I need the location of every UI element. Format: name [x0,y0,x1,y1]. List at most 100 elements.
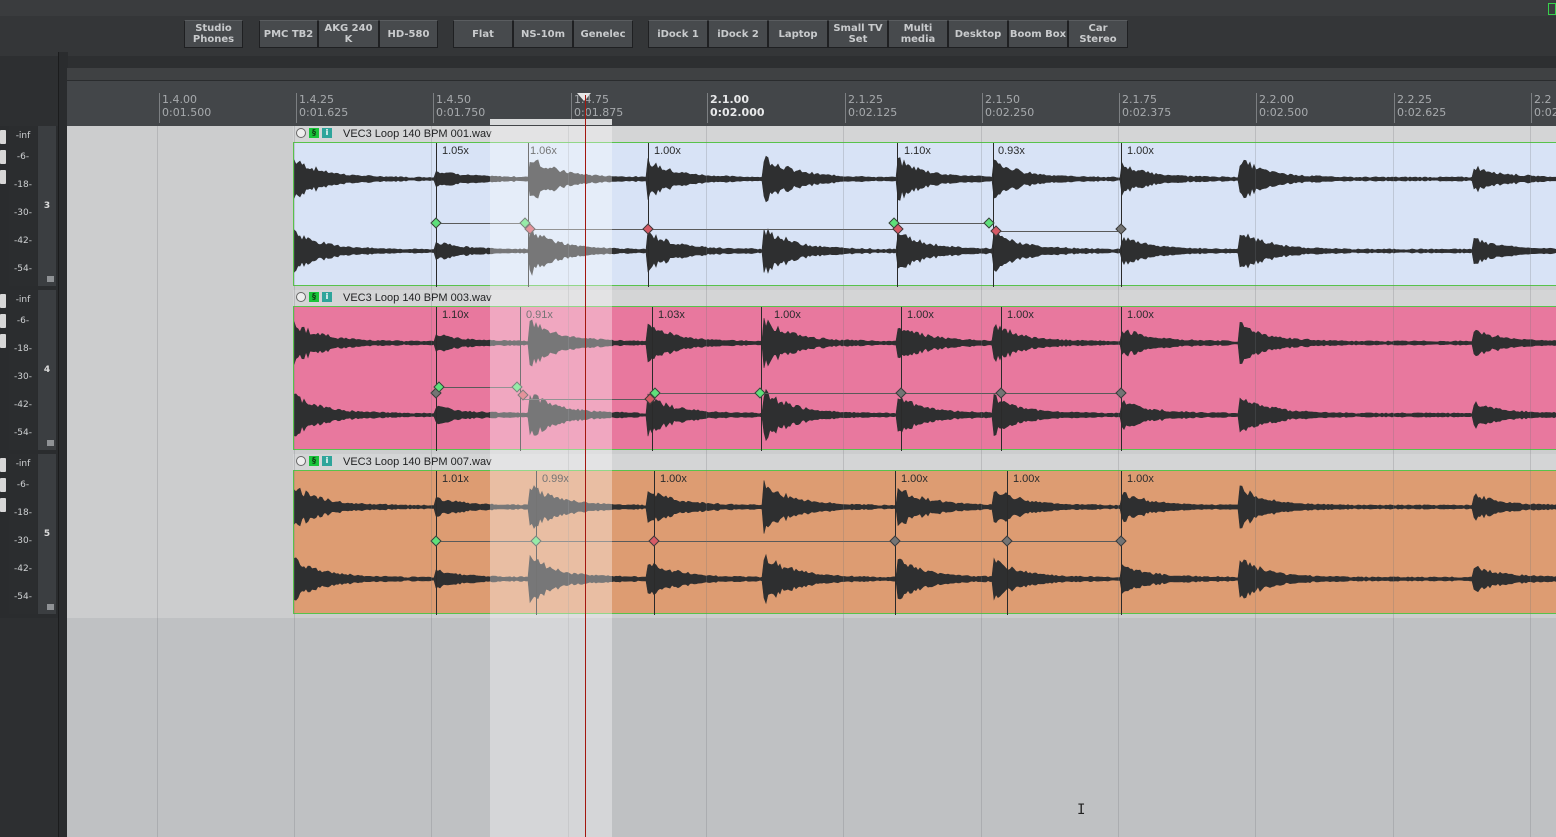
akg-240k-button[interactable]: AKG 240 K [318,20,379,48]
item-header[interactable]: § i VEC3 Loop 140 BPM 007.wav [293,454,1556,470]
track-meter: -inf -6- -18- -30- -42- -54- [9,126,37,286]
stretch-rate-label: 1.00x [1007,309,1034,321]
item-header[interactable]: § i VEC3 Loop 140 BPM 003.wav [293,290,1556,306]
genelec-button[interactable]: Genelec [573,20,633,48]
stretch-marker[interactable] [652,307,653,451]
grid-line [1255,126,1256,837]
idock-2-button[interactable]: iDock 2 [708,20,768,48]
horizontal-scrollbar[interactable] [67,68,1556,80]
grid-line [1393,126,1394,837]
stretch-marker[interactable] [993,143,994,287]
grid-line [1118,126,1119,837]
small-tv-set-button[interactable]: Small TV Set [828,20,888,48]
stretch-rate-label: 1.00x [907,309,934,321]
meter-label: -inf [15,295,31,305]
track-button[interactable] [0,294,6,308]
item-body[interactable]: 1.01x 0.99x 1.00x 1.00x 1.00x 1.00x [293,470,1556,615]
stretch-connector [898,223,989,224]
timeline-ruler[interactable]: 1.4.00 0:01.500 1.4.25 0:01.625 1.4.50 0:01… [67,80,1556,127]
stretch-rate-label: 1.03x [658,309,685,321]
desktop-button[interactable]: Desktop [948,20,1008,48]
item-name: VEC3 Loop 140 BPM 001.wav [343,128,492,140]
track-button[interactable] [0,498,6,512]
fx-icon[interactable]: § [309,128,319,138]
stretch-marker[interactable] [436,307,437,451]
item-header[interactable]: § i VEC3 Loop 140 BPM 001.wav [293,126,1556,142]
track-folder-icon[interactable] [47,604,54,610]
stretch-marker[interactable] [436,143,437,287]
flat-button[interactable]: Flat [453,20,513,48]
pmc-tb2-button[interactable]: PMC TB2 [259,20,318,48]
track-button[interactable] [0,334,6,348]
stretch-marker[interactable] [897,143,898,287]
stretch-rate-label: 1.00x [1127,145,1154,157]
grid-line [843,126,844,837]
lock-icon[interactable] [296,292,306,302]
track-button[interactable] [0,170,6,184]
meter-label: -54- [14,592,32,602]
info-icon[interactable]: i [322,292,332,302]
track-button[interactable] [0,314,6,328]
track-button[interactable] [0,150,6,164]
info-icon[interactable]: i [322,128,332,138]
item-body[interactable]: 1.10x 0.91x 1.03x 1.00x 1.00x 1.00x 1.00x [293,306,1556,451]
ns-10m-button[interactable]: NS-10m [513,20,573,48]
track-button[interactable] [0,458,6,472]
item-body[interactable]: 1.05x 1.06x 1.00x 1.10x 0.93x 1.00x [293,142,1556,287]
stretch-marker[interactable] [1001,307,1002,451]
fx-icon[interactable]: § [309,456,319,466]
multimedia-button[interactable]: Multi media [888,20,948,48]
car-stereo-button[interactable]: Car Stereo [1068,20,1128,48]
track-folder-icon[interactable] [47,440,54,446]
stretch-rate-label: 1.00x [1127,309,1154,321]
meter-label: -inf [15,131,31,141]
fx-icon[interactable]: § [309,292,319,302]
track-control-panel[interactable]: -inf -6- -18- -30- -42- -54- 5 [0,454,58,618]
laptop-button[interactable]: Laptop [768,20,828,48]
meter-label: -18- [14,508,32,518]
stretch-marker[interactable] [901,307,902,451]
lock-icon[interactable] [296,128,306,138]
track-folder-icon[interactable] [47,276,54,282]
grid-line [981,126,982,837]
window-corner-indicator [1548,3,1556,15]
stretch-marker[interactable] [1121,143,1122,287]
meter-label: -6- [16,480,30,490]
meter-label: -42- [14,236,32,246]
studio-phones-button[interactable]: Studio Phones [184,20,243,48]
stretch-marker[interactable] [648,143,649,287]
meter-label: -30- [14,372,32,382]
meter-label: -6- [16,152,30,162]
info-icon[interactable]: i [322,456,332,466]
hd-580-button[interactable]: HD-580 [379,20,438,48]
stretch-rate-label: 1.00x [660,473,687,485]
track-button[interactable] [0,130,6,144]
meter-label: -18- [14,344,32,354]
stretch-rate-label: 1.05x [442,145,469,157]
idock-1-button[interactable]: iDock 1 [648,20,708,48]
grid-line [431,126,432,837]
ruler-tick: 2.2.00 0:02.500 [1256,93,1308,123]
time-selection[interactable] [490,126,612,837]
stretch-marker[interactable] [1121,307,1122,451]
stretch-rate-label: 1.10x [904,145,931,157]
grid-line [157,126,158,837]
edit-cursor[interactable] [585,95,586,837]
media-item[interactable]: § i VEC3 Loop 140 BPM 003.wav 1.10x 0.91x 1… [293,290,1556,454]
track-button[interactable] [0,478,6,492]
media-item[interactable]: § i VEC3 Loop 140 BPM 007.wav 1.01x 0.99x 1… [293,454,1556,618]
meter-label: -54- [14,428,32,438]
stretch-rate-label: 1.00x [774,309,801,321]
ruler-tick: 2.1.75 0:02.375 [1119,93,1171,123]
track-meter: -inf -6- -18- -30- -42- -54- [9,290,37,450]
time-selection-handle[interactable] [490,119,612,125]
stretch-marker[interactable] [761,307,762,451]
playhead-marker-icon[interactable] [577,93,591,101]
lock-icon[interactable] [296,456,306,466]
track-control-panel[interactable]: -inf -6- -18- -30- -42- -54- 4 [0,290,58,454]
meter-label: -42- [14,564,32,574]
media-item[interactable]: § i VEC3 Loop 140 BPM 001.wav 1.05x 1.06x 1… [293,126,1556,290]
track-control-panel[interactable]: -inf -6- -18- -30- -42- -54- 3 [0,126,58,290]
boom-box-button[interactable]: Boom Box [1008,20,1068,48]
ruler-tick: 1.4.50 0:01.750 [433,93,485,123]
